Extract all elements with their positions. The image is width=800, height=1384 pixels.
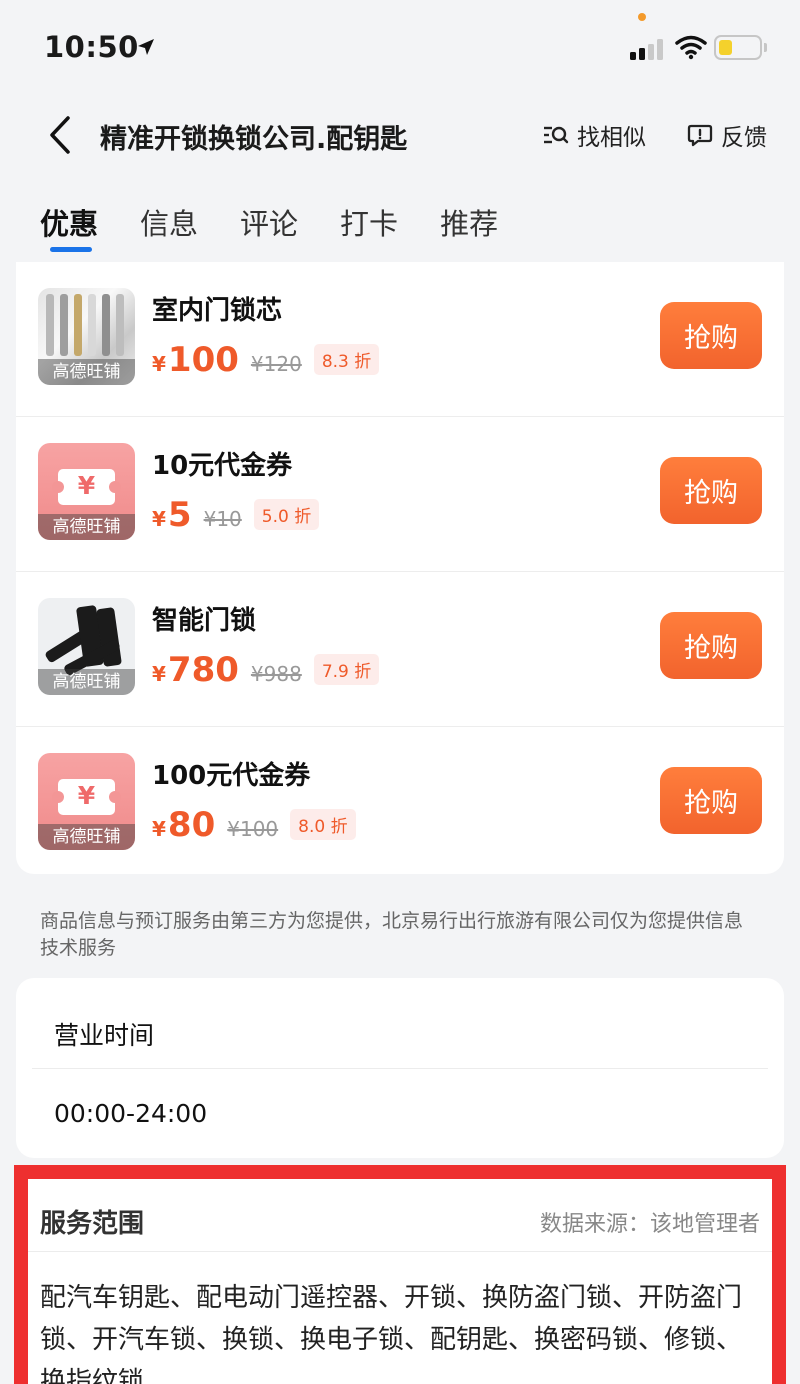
- service-scope-text: 配汽车钥匙、配电动门遥控器、开锁、换防盗门锁、开防盗门锁、开汽车锁、换锁、换电子…: [40, 1283, 743, 1384]
- deal-name: 室内门锁芯: [152, 296, 283, 326]
- signal-icon: [630, 38, 666, 60]
- find-similar-label: 找相似: [577, 125, 646, 151]
- divider: [32, 1068, 768, 1069]
- discount-badge: 7.9 折: [313, 654, 380, 685]
- data-source-label: 数据来源：该地管理者: [539, 1212, 760, 1237]
- tab-bar: 优惠 信息 评论 打卡 推荐: [40, 200, 540, 260]
- find-similar-button[interactable]: 找相似: [543, 118, 646, 152]
- deal-price: 780: [167, 650, 239, 690]
- battery-cap: [764, 43, 767, 52]
- tab-reviews[interactable]: 评论: [240, 200, 298, 252]
- deal-price-row: ¥ 5 ¥10 5.0 折: [152, 495, 320, 535]
- deal-price-row: ¥ 780 ¥988 7.9 折: [152, 650, 380, 690]
- deal-item[interactable]: 高德旺铺 智能门锁 ¥ 780 ¥988 7.9 折 抢购: [16, 572, 784, 727]
- deal-thumbnail: 高德旺铺: [38, 288, 135, 385]
- feedback-icon: [687, 124, 713, 147]
- currency-symbol: ¥: [152, 662, 166, 686]
- deal-name: 100元代金券: [152, 761, 311, 791]
- discount-badge: 8.3 折: [313, 344, 380, 375]
- original-price: ¥120: [250, 352, 302, 376]
- coupon-ticket-icon: ¥: [52, 779, 121, 815]
- find-similar-icon: [544, 126, 569, 144]
- divider: [28, 1251, 772, 1252]
- discount-badge: 5.0 折: [253, 499, 320, 530]
- status-bar: 10:50: [0, 0, 800, 90]
- battery-icon: [714, 35, 762, 60]
- original-price: ¥988: [250, 662, 302, 686]
- tab-checkin[interactable]: 打卡: [340, 200, 398, 252]
- thumbnail-label: 高德旺铺: [38, 824, 135, 850]
- deal-item[interactable]: ¥ 高德旺铺 100元代金券 ¥ 80 ¥100 8.0 折 抢购: [16, 727, 784, 882]
- buy-button[interactable]: 抢购: [660, 302, 762, 369]
- business-hours-value: 00:00-24:00: [54, 1099, 208, 1128]
- feedback-label: 反馈: [721, 125, 767, 151]
- status-time: 10:50: [44, 30, 139, 64]
- deal-thumbnail: ¥ 高德旺铺: [38, 443, 135, 540]
- deal-item[interactable]: 高德旺铺 室内门锁芯 ¥ 100 ¥120 8.3 折 抢购: [16, 262, 784, 417]
- coupon-ticket-icon: ¥: [52, 469, 121, 505]
- original-price: ¥100: [227, 817, 279, 841]
- third-party-disclaimer: 商品信息与预订服务由第三方为您提供，北京易行出行旅游有限公司仅为您提供信息技术服…: [40, 910, 744, 959]
- original-price: ¥10: [203, 507, 242, 531]
- deal-price-row: ¥ 100 ¥120 8.3 折: [152, 340, 380, 380]
- header: 精准开锁换锁公司.配钥匙 找相似 反馈: [0, 100, 800, 170]
- coupon-yen-symbol: ¥: [77, 781, 96, 810]
- thumbnail-label: 高德旺铺: [38, 359, 135, 385]
- deal-name: 智能门锁: [152, 606, 257, 636]
- tab-info[interactable]: 信息: [140, 200, 198, 252]
- currency-symbol: ¥: [152, 352, 166, 376]
- thumbnail-label: 高德旺铺: [38, 514, 135, 540]
- business-hours-card: 营业时间 00:00-24:00: [16, 978, 784, 1158]
- deal-price: 80: [167, 805, 216, 845]
- buy-button[interactable]: 抢购: [660, 457, 762, 524]
- deal-item[interactable]: ¥ 高德旺铺 10元代金券 ¥ 5 ¥10 5.0 折 抢购: [16, 417, 784, 572]
- deal-price: 100: [167, 340, 239, 380]
- deal-price: 5: [167, 495, 192, 535]
- location-arrow-icon: [138, 39, 154, 55]
- service-scope-title: 服务范围: [40, 1209, 145, 1239]
- tab-recommend[interactable]: 推荐: [440, 200, 498, 252]
- deal-thumbnail: 高德旺铺: [38, 598, 135, 695]
- feedback-button[interactable]: 反馈: [687, 118, 767, 152]
- page-title: 精准开锁换锁公司.配钥匙: [100, 124, 408, 155]
- privacy-indicator-dot: [638, 13, 646, 21]
- battery-level: [719, 40, 732, 55]
- business-hours-title: 营业时间: [54, 1021, 155, 1050]
- deals-list: 高德旺铺 室内门锁芯 ¥ 100 ¥120 8.3 折 抢购 ¥ 高德旺铺 10…: [16, 262, 784, 874]
- tab-deals[interactable]: 优惠: [40, 200, 98, 252]
- service-scope-card: 服务范围 数据来源：该地管理者 配汽车钥匙、配电动门遥控器、开锁、换防盗门锁、开…: [14, 1165, 786, 1384]
- deal-price-row: ¥ 80 ¥100 8.0 折: [152, 805, 356, 845]
- buy-button[interactable]: 抢购: [660, 612, 762, 679]
- thumbnail-label: 高德旺铺: [38, 669, 135, 695]
- deal-thumbnail: ¥ 高德旺铺: [38, 753, 135, 850]
- currency-symbol: ¥: [152, 817, 166, 841]
- back-chevron-icon[interactable]: [42, 112, 82, 158]
- deal-name: 10元代金券: [152, 451, 293, 481]
- buy-button[interactable]: 抢购: [660, 767, 762, 834]
- coupon-yen-symbol: ¥: [77, 471, 96, 500]
- wifi-icon: [675, 35, 707, 60]
- discount-badge: 8.0 折: [290, 809, 356, 840]
- currency-symbol: ¥: [152, 507, 166, 531]
